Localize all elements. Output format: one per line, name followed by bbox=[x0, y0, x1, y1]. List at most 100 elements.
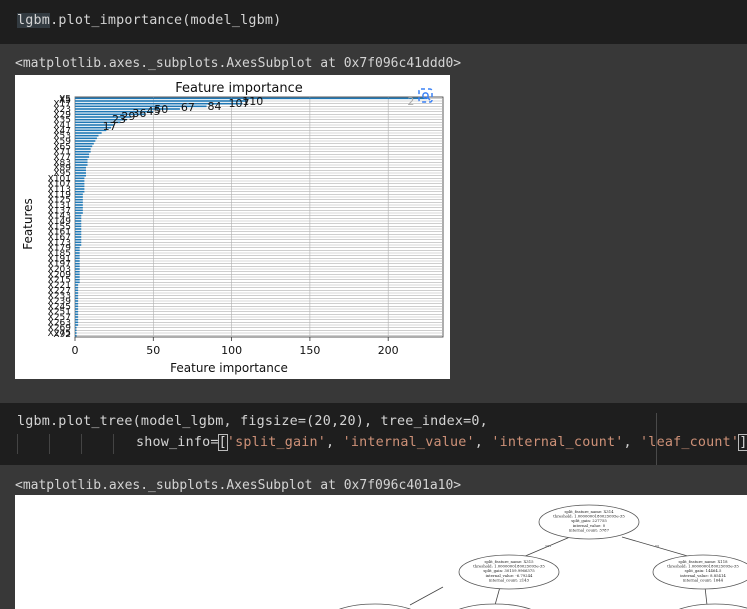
bar bbox=[75, 198, 83, 201]
tree-node-left-text: internal_count: 2143 bbox=[489, 577, 530, 582]
bar bbox=[75, 140, 96, 142]
bar bbox=[75, 281, 80, 284]
bar bbox=[75, 137, 97, 140]
output-repr-3: <matplotlib.axes._subplots.AxesSubplot a… bbox=[15, 478, 462, 493]
bar bbox=[75, 177, 85, 180]
bar bbox=[75, 305, 79, 308]
bar bbox=[75, 148, 91, 150]
bar bbox=[75, 193, 83, 196]
code-string-leaf-count: 'leaf_count' bbox=[640, 435, 740, 450]
feature-importance-plot: 110 107 84 67 50 45 36 29 23 17 2 X5 X17 X23 X29 X35 X41… bbox=[15, 75, 450, 379]
indent-guide bbox=[113, 434, 114, 454]
bar bbox=[75, 129, 107, 132]
y-axis-label: Features bbox=[21, 198, 35, 250]
bar bbox=[75, 222, 82, 225]
edge-label-no: no bbox=[655, 544, 659, 548]
bar bbox=[75, 257, 80, 260]
code-token-show-info: show_info= bbox=[136, 435, 219, 450]
bar bbox=[75, 233, 82, 236]
bar bbox=[75, 260, 80, 262]
x-tick-label: 50 bbox=[146, 344, 160, 357]
indent-guide bbox=[81, 434, 82, 454]
bar bbox=[75, 273, 80, 276]
bar bbox=[75, 225, 82, 228]
bar bbox=[75, 182, 85, 185]
bar bbox=[75, 214, 82, 217]
output-repr-1: <matplotlib.axes._subplots.AxesSubplot a… bbox=[15, 56, 462, 71]
bar bbox=[75, 254, 80, 257]
bar bbox=[75, 158, 88, 161]
bar bbox=[75, 302, 79, 305]
tree-node-cropped bbox=[338, 603, 412, 609]
code-bracket-open: [ bbox=[217, 434, 228, 451]
bar bbox=[75, 246, 80, 249]
bar-value-label: 107 bbox=[229, 97, 250, 110]
bar bbox=[75, 164, 88, 166]
bar-value-label: 45 bbox=[146, 105, 160, 118]
bar bbox=[75, 334, 77, 337]
code-cell-plot-importance[interactable]: lgbm.plot_importance(model_lgbm) bbox=[0, 0, 747, 44]
code-string-internal-count: 'internal_count' bbox=[491, 435, 624, 450]
feature-importance-chart: 11010784675045362923172X5X17X23X29X35X41… bbox=[21, 81, 444, 375]
code-sep: , bbox=[326, 435, 343, 450]
tree-node-cropped bbox=[458, 603, 532, 609]
bar bbox=[75, 217, 82, 220]
tree-node-root-text: internal_count: 3787 bbox=[569, 527, 610, 532]
bar bbox=[75, 145, 93, 148]
bar bbox=[75, 289, 79, 292]
tree-node-right-text: internal_count: 1644 bbox=[683, 577, 724, 582]
ruler-line bbox=[656, 413, 657, 465]
tree-node-cropped bbox=[678, 603, 747, 609]
bar bbox=[75, 276, 80, 278]
bar bbox=[75, 278, 80, 281]
bar bbox=[75, 310, 79, 313]
bar bbox=[75, 268, 80, 270]
bar bbox=[75, 161, 88, 164]
x-tick-label: 100 bbox=[221, 344, 242, 357]
bar bbox=[75, 134, 99, 137]
bar bbox=[75, 326, 77, 329]
bar bbox=[75, 204, 83, 206]
x-tick-label: 150 bbox=[299, 344, 320, 357]
code-sep: , bbox=[474, 435, 492, 450]
bar bbox=[75, 252, 80, 254]
bar bbox=[75, 244, 82, 246]
bar bbox=[75, 180, 85, 182]
bar-value-label: 67 bbox=[181, 101, 195, 114]
bar bbox=[75, 241, 82, 244]
code-line: lgbm.plot_importance(model_lgbm) bbox=[17, 13, 281, 28]
bar bbox=[75, 196, 83, 198]
bar bbox=[75, 220, 82, 222]
bar bbox=[75, 190, 85, 193]
bar bbox=[75, 270, 80, 273]
copy-image-icon[interactable] bbox=[416, 87, 436, 105]
bar bbox=[75, 308, 79, 310]
bar bbox=[75, 188, 85, 190]
bar bbox=[75, 297, 79, 300]
bar bbox=[75, 292, 79, 294]
code-token-call: .plot_importance(model_lgbm) bbox=[50, 13, 282, 28]
code-sep: , bbox=[623, 435, 641, 450]
code-bracket-close: ]) bbox=[738, 434, 747, 451]
code-string-internal-value: 'internal_value' bbox=[342, 435, 475, 450]
bar bbox=[75, 238, 82, 241]
code-line-1: lgbm.plot_tree(model_lgbm, figsize=(20,2… bbox=[17, 414, 488, 429]
bar bbox=[75, 321, 79, 324]
bar bbox=[75, 230, 82, 233]
bar-value-label: 17 bbox=[103, 120, 117, 133]
code-token-lgbm: lgbm bbox=[17, 13, 51, 28]
bar bbox=[75, 212, 83, 214]
bar bbox=[75, 166, 86, 169]
bar-value-label: 2 bbox=[407, 95, 414, 108]
bar bbox=[75, 206, 83, 209]
bar bbox=[75, 329, 77, 332]
bar bbox=[75, 249, 80, 252]
bar bbox=[75, 172, 86, 174]
bar bbox=[75, 265, 80, 268]
tree-edge bbox=[494, 586, 501, 606]
tree-plot: yes no split_feature_name: X314 threshold: … bbox=[15, 495, 747, 609]
bar bbox=[75, 300, 79, 302]
bar bbox=[75, 286, 79, 289]
bar bbox=[75, 150, 91, 153]
bar bbox=[75, 174, 86, 177]
